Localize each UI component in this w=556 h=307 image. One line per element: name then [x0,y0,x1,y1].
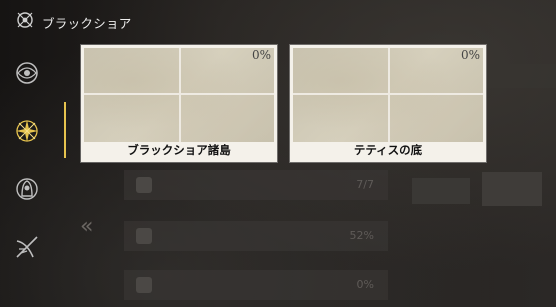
star-burst-icon [16,120,38,142]
map-card-2[interactable]: 0% テティスの底 [290,45,486,162]
sidebar-item-region-3[interactable] [12,174,42,204]
collapse-chevron-icon[interactable]: « [80,214,94,239]
stat-value: 0% [356,278,374,291]
shell-spiral-icon [16,62,38,84]
chest-icon [136,228,152,244]
map-card-name: テティスの底 [353,143,423,157]
map-thumbnail [293,48,483,142]
region-sidebar [0,42,60,307]
region-emblem-icon [17,12,33,28]
sidebar-item-region-1[interactable] [12,58,42,88]
map-thumbnail [84,48,274,142]
map-card-1[interactable]: 0% ブラックショア諸島 [81,45,277,162]
stat-value: 7/7 [356,178,374,191]
background-detail-panel [402,160,556,307]
sidebar-item-region-4[interactable] [12,232,42,262]
header: ブラックショア [0,0,556,42]
exploration-percent: 0% [251,48,271,62]
background-stat-row: 7/7 [124,170,388,200]
stat-value: 52% [349,229,374,242]
page-title: ブラックショア [42,16,132,31]
active-tab-indicator [64,102,66,158]
trophy-icon [136,177,152,193]
background-panel-top [480,64,556,88]
background-thumbnail [482,172,542,206]
background-stat-row: 52% [124,221,388,251]
map-card-name: ブラックショア諸島 [127,143,231,157]
background-stat-row: 0% [124,270,388,300]
background-thumbnail [412,178,470,204]
sidebar-item-region-2[interactable] [12,116,42,146]
hooded-figure-icon [16,178,38,200]
exploration-percent: 0% [460,48,480,62]
crossed-blades-icon [16,236,38,258]
telescope-icon [136,277,152,293]
